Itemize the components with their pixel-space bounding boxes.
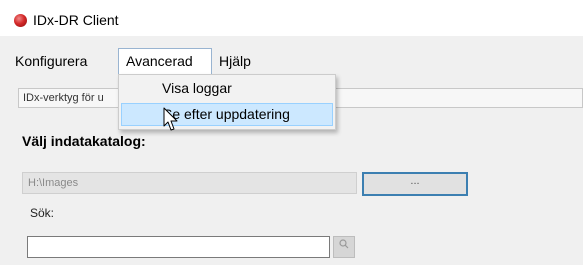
- menu-item-visa-loggar[interactable]: Visa loggar: [121, 77, 333, 100]
- search-input[interactable]: [27, 236, 330, 258]
- browse-button[interactable]: ...: [362, 172, 468, 196]
- menu-avancerad[interactable]: Avancerad: [118, 48, 212, 74]
- app-logo-icon: [14, 14, 27, 27]
- mouse-pointer-icon: [163, 107, 178, 131]
- avancerad-dropdown-menu: Visa loggar Se efter uppdatering: [118, 74, 336, 130]
- title-bar: IDx-DR Client: [0, 0, 583, 36]
- search-label: Sök:: [30, 206, 55, 220]
- menu-item-se-efter-uppdatering[interactable]: Se efter uppdatering: [121, 103, 333, 126]
- tool-strip-label: IDx-verktyg för u: [23, 92, 104, 104]
- window-title: IDx-DR Client: [33, 12, 119, 28]
- search-button[interactable]: [333, 236, 355, 258]
- app-window: IDx-DR Client Konfigurera Avancerad Hjäl…: [0, 0, 583, 265]
- menu-bar: Konfigurera Avancerad Hjälp: [0, 48, 583, 74]
- input-directory-field[interactable]: H:\Images: [22, 172, 357, 194]
- search-icon: [339, 239, 349, 249]
- input-directory-heading: Välj indatakatalog:: [22, 133, 146, 149]
- menu-hjalp[interactable]: Hjälp: [212, 48, 258, 74]
- menu-konfigurera[interactable]: Konfigurera: [8, 48, 94, 74]
